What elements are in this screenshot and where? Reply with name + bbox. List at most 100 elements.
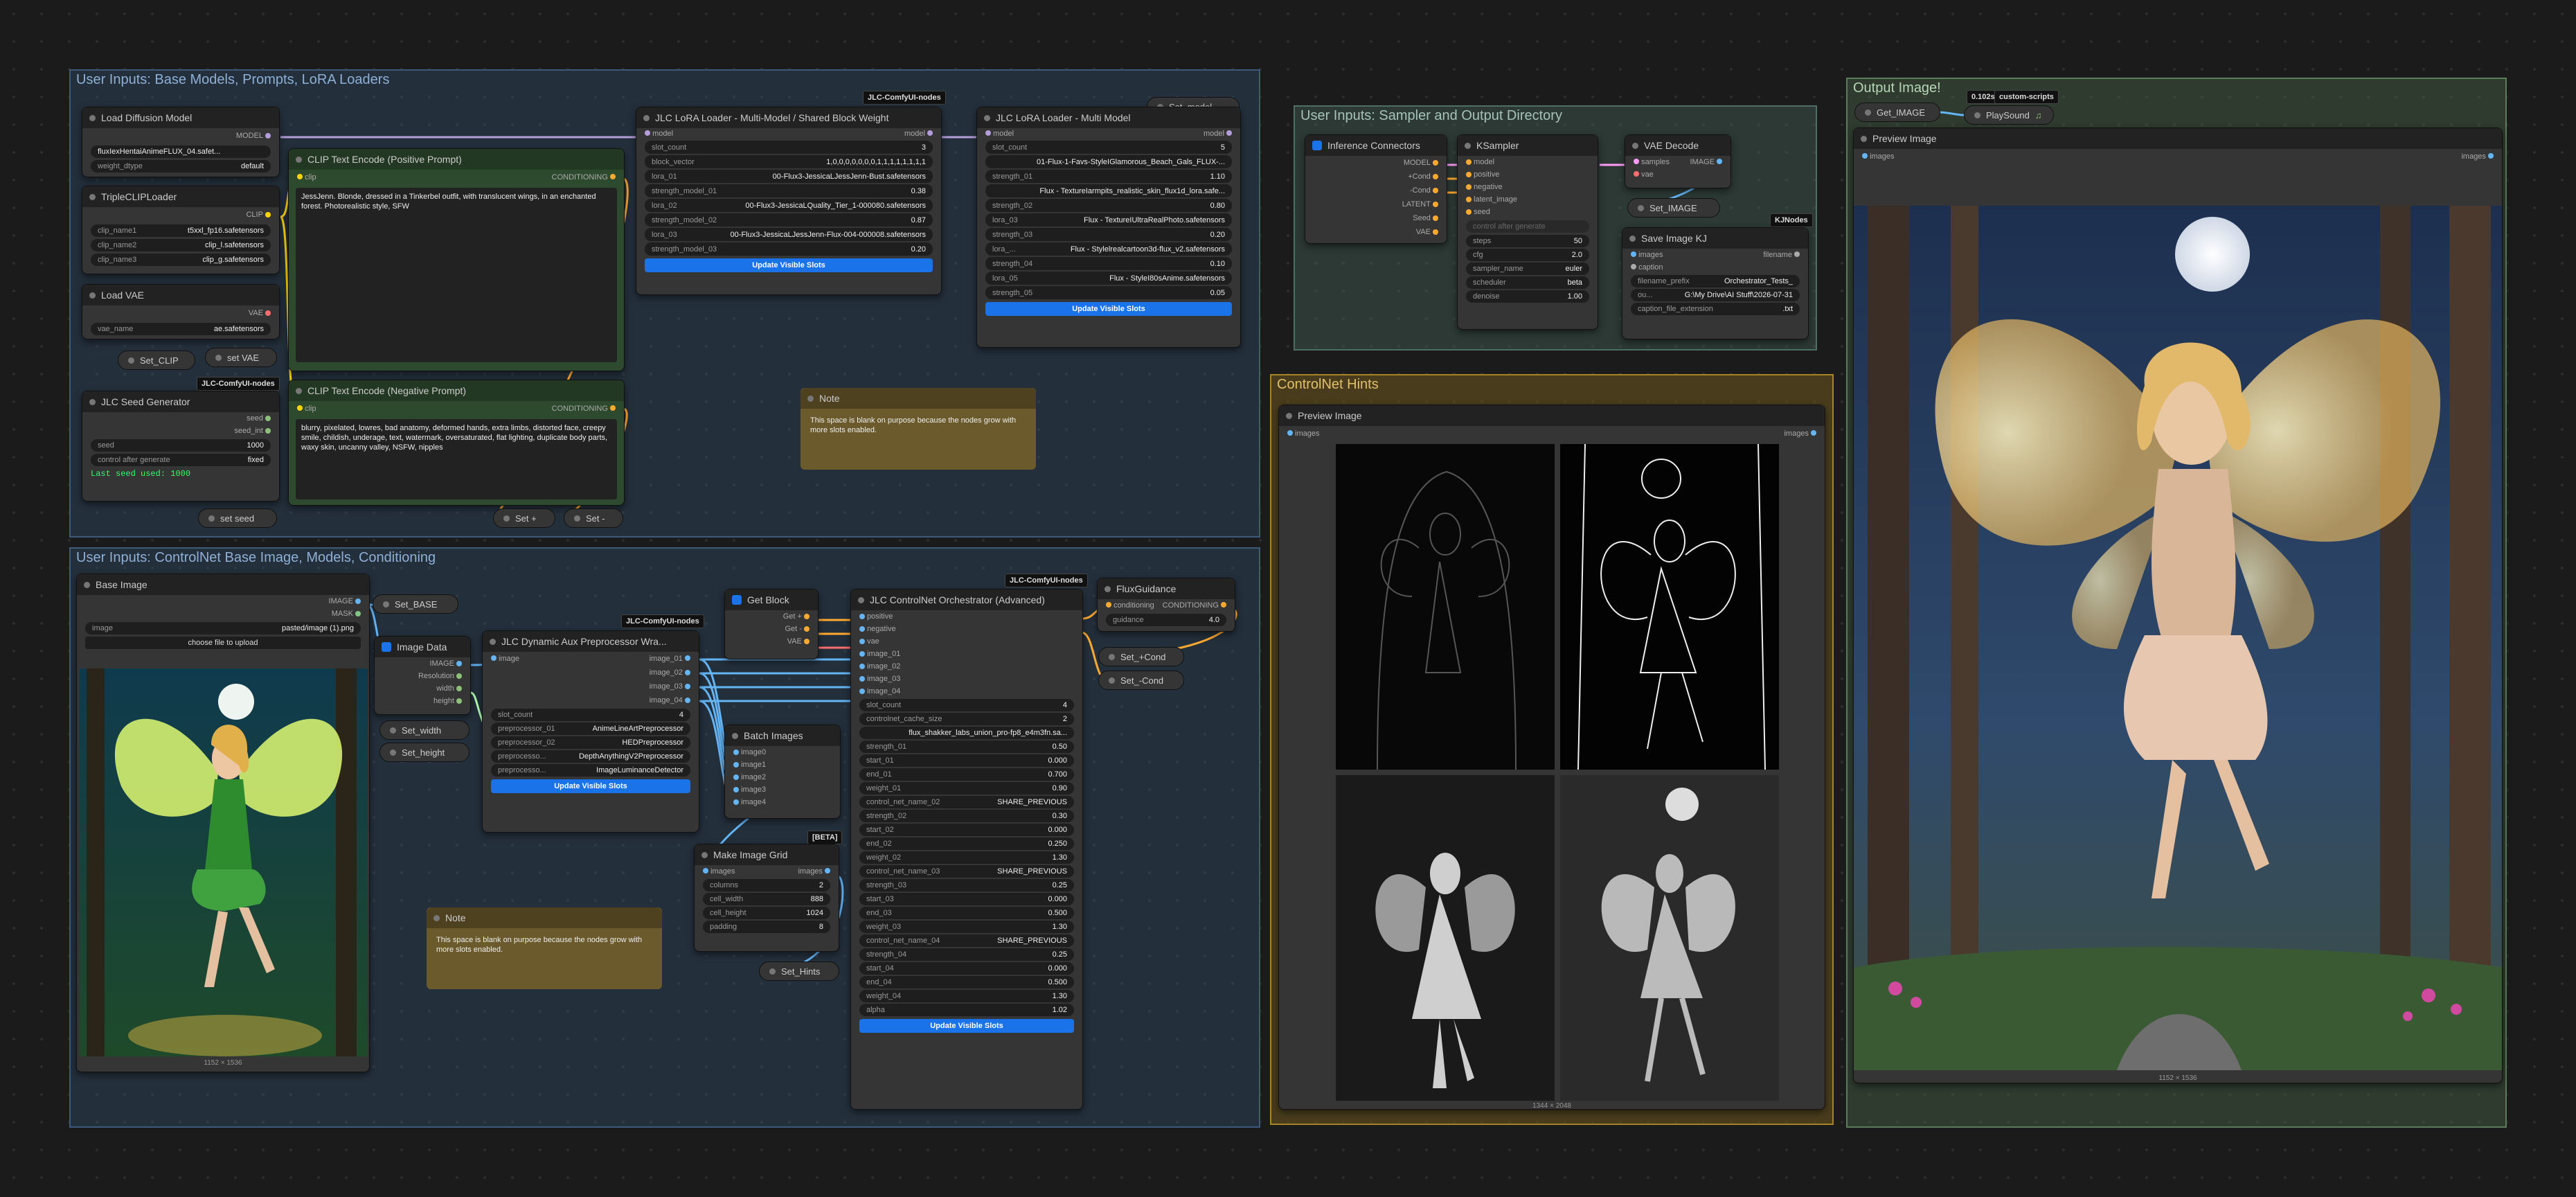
collapse-dot-icon[interactable] [1629,235,1636,242]
make-image-grid-node[interactable]: Make Image Grid images images columns 2 cel… [694,844,839,952]
input-socket[interactable] [297,174,303,179]
input-socket[interactable] [859,651,865,657]
input-socket[interactable] [1862,153,1868,159]
output-socket[interactable] [610,174,616,179]
input-socket[interactable] [1634,171,1639,177]
widget[interactable]: cell_width 888 [703,893,830,905]
lora-loader-shared-block-node[interactable]: JLC LoRA Loader - Multi-Model / Shared B… [636,107,942,295]
set-image-node[interactable]: Set_IMAGE [1627,198,1720,218]
set-minus-node[interactable]: Set - [564,508,623,528]
collapse-dot-icon[interactable] [296,387,302,394]
set-base-node[interactable]: Set_BASE [373,594,458,614]
input-socket[interactable] [1106,602,1111,608]
input-socket[interactable] [859,676,865,682]
get-image-node[interactable]: Get_IMAGE [1854,103,1940,122]
input-socket[interactable] [1631,264,1636,269]
input-socket[interactable] [1466,172,1472,177]
image-data-node[interactable]: Image Data IMAGE Resolution width height [374,636,471,715]
widget[interactable]: strength_04 0.10 [985,257,1232,270]
output-socket[interactable] [1221,602,1226,608]
widget[interactable]: lora_03 00-Flux3-JessicaLJessJenn-Flux-00… [645,228,933,241]
widget[interactable]: slot_count 4 [491,709,690,721]
triple-clip-loader-node[interactable]: TripleCLIPLoader CLIP clip_name1 t5xxl_fp… [82,186,280,274]
collapse-dot-icon[interactable] [732,732,738,739]
output-socket[interactable] [1717,159,1722,164]
input-socket[interactable] [733,774,739,780]
input-socket[interactable] [1287,430,1293,436]
widget[interactable]: 01-Flux-1-Favs-StyleIGlamorous_Beach_Gal… [985,155,1232,168]
widget[interactable]: strength_03 0.25 [859,879,1074,892]
input-socket[interactable] [859,626,865,632]
set-hints-node[interactable]: Set_Hints [759,961,839,981]
output-socket[interactable] [265,133,271,139]
collapse-dot-icon[interactable] [807,395,814,402]
collapse-dot-icon[interactable] [701,851,708,858]
widget[interactable]: columns 2 [703,879,830,892]
save-image-kj-node[interactable]: Save Image KJ images filename caption fil… [1622,227,1809,339]
collapse-dot-icon[interactable] [1632,142,1638,149]
collapse-dot-icon[interactable] [1974,112,1980,118]
collapse-dot-icon[interactable] [89,193,96,200]
widget[interactable]: flux_shakker_labs_union_pro-fp8_e4m3fn.s… [859,727,1074,739]
widget[interactable]: strength_model_01 0.38 [645,184,933,197]
widget[interactable]: cell_height 1024 [703,907,830,919]
collapse-dot-icon[interactable] [208,515,215,522]
output-socket[interactable] [265,212,271,218]
collapse-dot-icon[interactable] [1104,585,1111,592]
collapse-dot-icon[interactable] [1109,653,1115,660]
input-socket[interactable] [859,664,865,669]
widget[interactable]: end_03 0.500 [859,907,1074,919]
output-socket[interactable] [456,686,462,691]
widget[interactable]: strength_03 0.20 [985,228,1232,241]
seed-widget[interactable]: seed 1000 [91,439,271,452]
output-socket[interactable] [2488,153,2494,159]
widget[interactable]: preprocessor_01 AnimeLineArtPreprocessor [491,722,690,735]
output-socket[interactable] [456,698,462,704]
widget[interactable]: weight_04 1.30 [859,990,1074,1002]
output-socket[interactable] [1433,229,1438,235]
widget[interactable]: end_01 0.700 [859,768,1074,781]
widget[interactable]: strength_model_02 0.87 [645,213,933,227]
input-socket[interactable] [985,130,991,136]
widget[interactable]: scheduler beta [1466,276,1589,289]
collapse-dot-icon[interactable] [984,114,990,121]
input-socket[interactable] [297,405,303,411]
collapse-dot-icon[interactable] [769,968,776,975]
input-socket[interactable] [859,614,865,619]
collapse-dot-icon[interactable] [1286,412,1292,419]
load-vae-node[interactable]: Load VAE VAE vae_name ae.safetensors [82,284,280,339]
positive-prompt-textarea[interactable]: JessJenn. Blonde, dressed in a Tinkerbel… [296,188,617,362]
output-socket[interactable] [355,598,361,604]
collapse-dot-icon[interactable] [383,601,389,608]
widget[interactable]: lora_02 00-Flux3-JessicaLQuality_Tier_1-0… [645,199,933,212]
output-socket[interactable] [1433,202,1438,207]
widget[interactable]: strength_model_03 0.20 [645,242,933,256]
output-socket[interactable] [927,130,933,136]
widget[interactable]: lora_03 Flux - TextureIUltraRealPhoto.saf… [985,213,1232,227]
output-socket[interactable] [1226,130,1232,136]
output-socket[interactable] [804,626,810,632]
collapse-dot-icon[interactable] [574,515,580,522]
collapse-dot-icon[interactable] [1861,135,1867,142]
input-socket[interactable] [1466,184,1472,190]
widget[interactable]: strength_01 0.50 [859,741,1074,753]
control-after-generate-widget[interactable]: control after generate [1466,220,1589,233]
collapse-dot-icon[interactable] [1465,142,1471,149]
note-text[interactable]: This space is blank on purpose because t… [427,928,662,961]
widget[interactable]: steps 50 [1466,235,1589,247]
collapse-dot-icon[interactable] [89,398,96,405]
widget[interactable]: start_01 0.000 [859,754,1074,767]
input-socket[interactable] [859,689,865,694]
preview-image-hints-node[interactable]: Preview Image images images 1344 × 2048 [1278,405,1825,1110]
collapse-dot-icon[interactable] [84,581,90,588]
output-socket[interactable] [804,614,810,619]
input-socket[interactable] [645,130,650,136]
update-visible-slots-button[interactable]: Update Visible Slots [491,779,690,793]
widget[interactable]: sampler_name euler [1466,263,1589,275]
input-socket[interactable] [491,655,497,661]
widget[interactable]: denoise 1.00 [1466,290,1589,303]
widget[interactable]: strength_02 0.30 [859,810,1074,822]
output-socket[interactable] [456,661,462,666]
input-socket[interactable] [1466,159,1472,165]
widget[interactable]: alpha 1.02 [859,1004,1074,1016]
